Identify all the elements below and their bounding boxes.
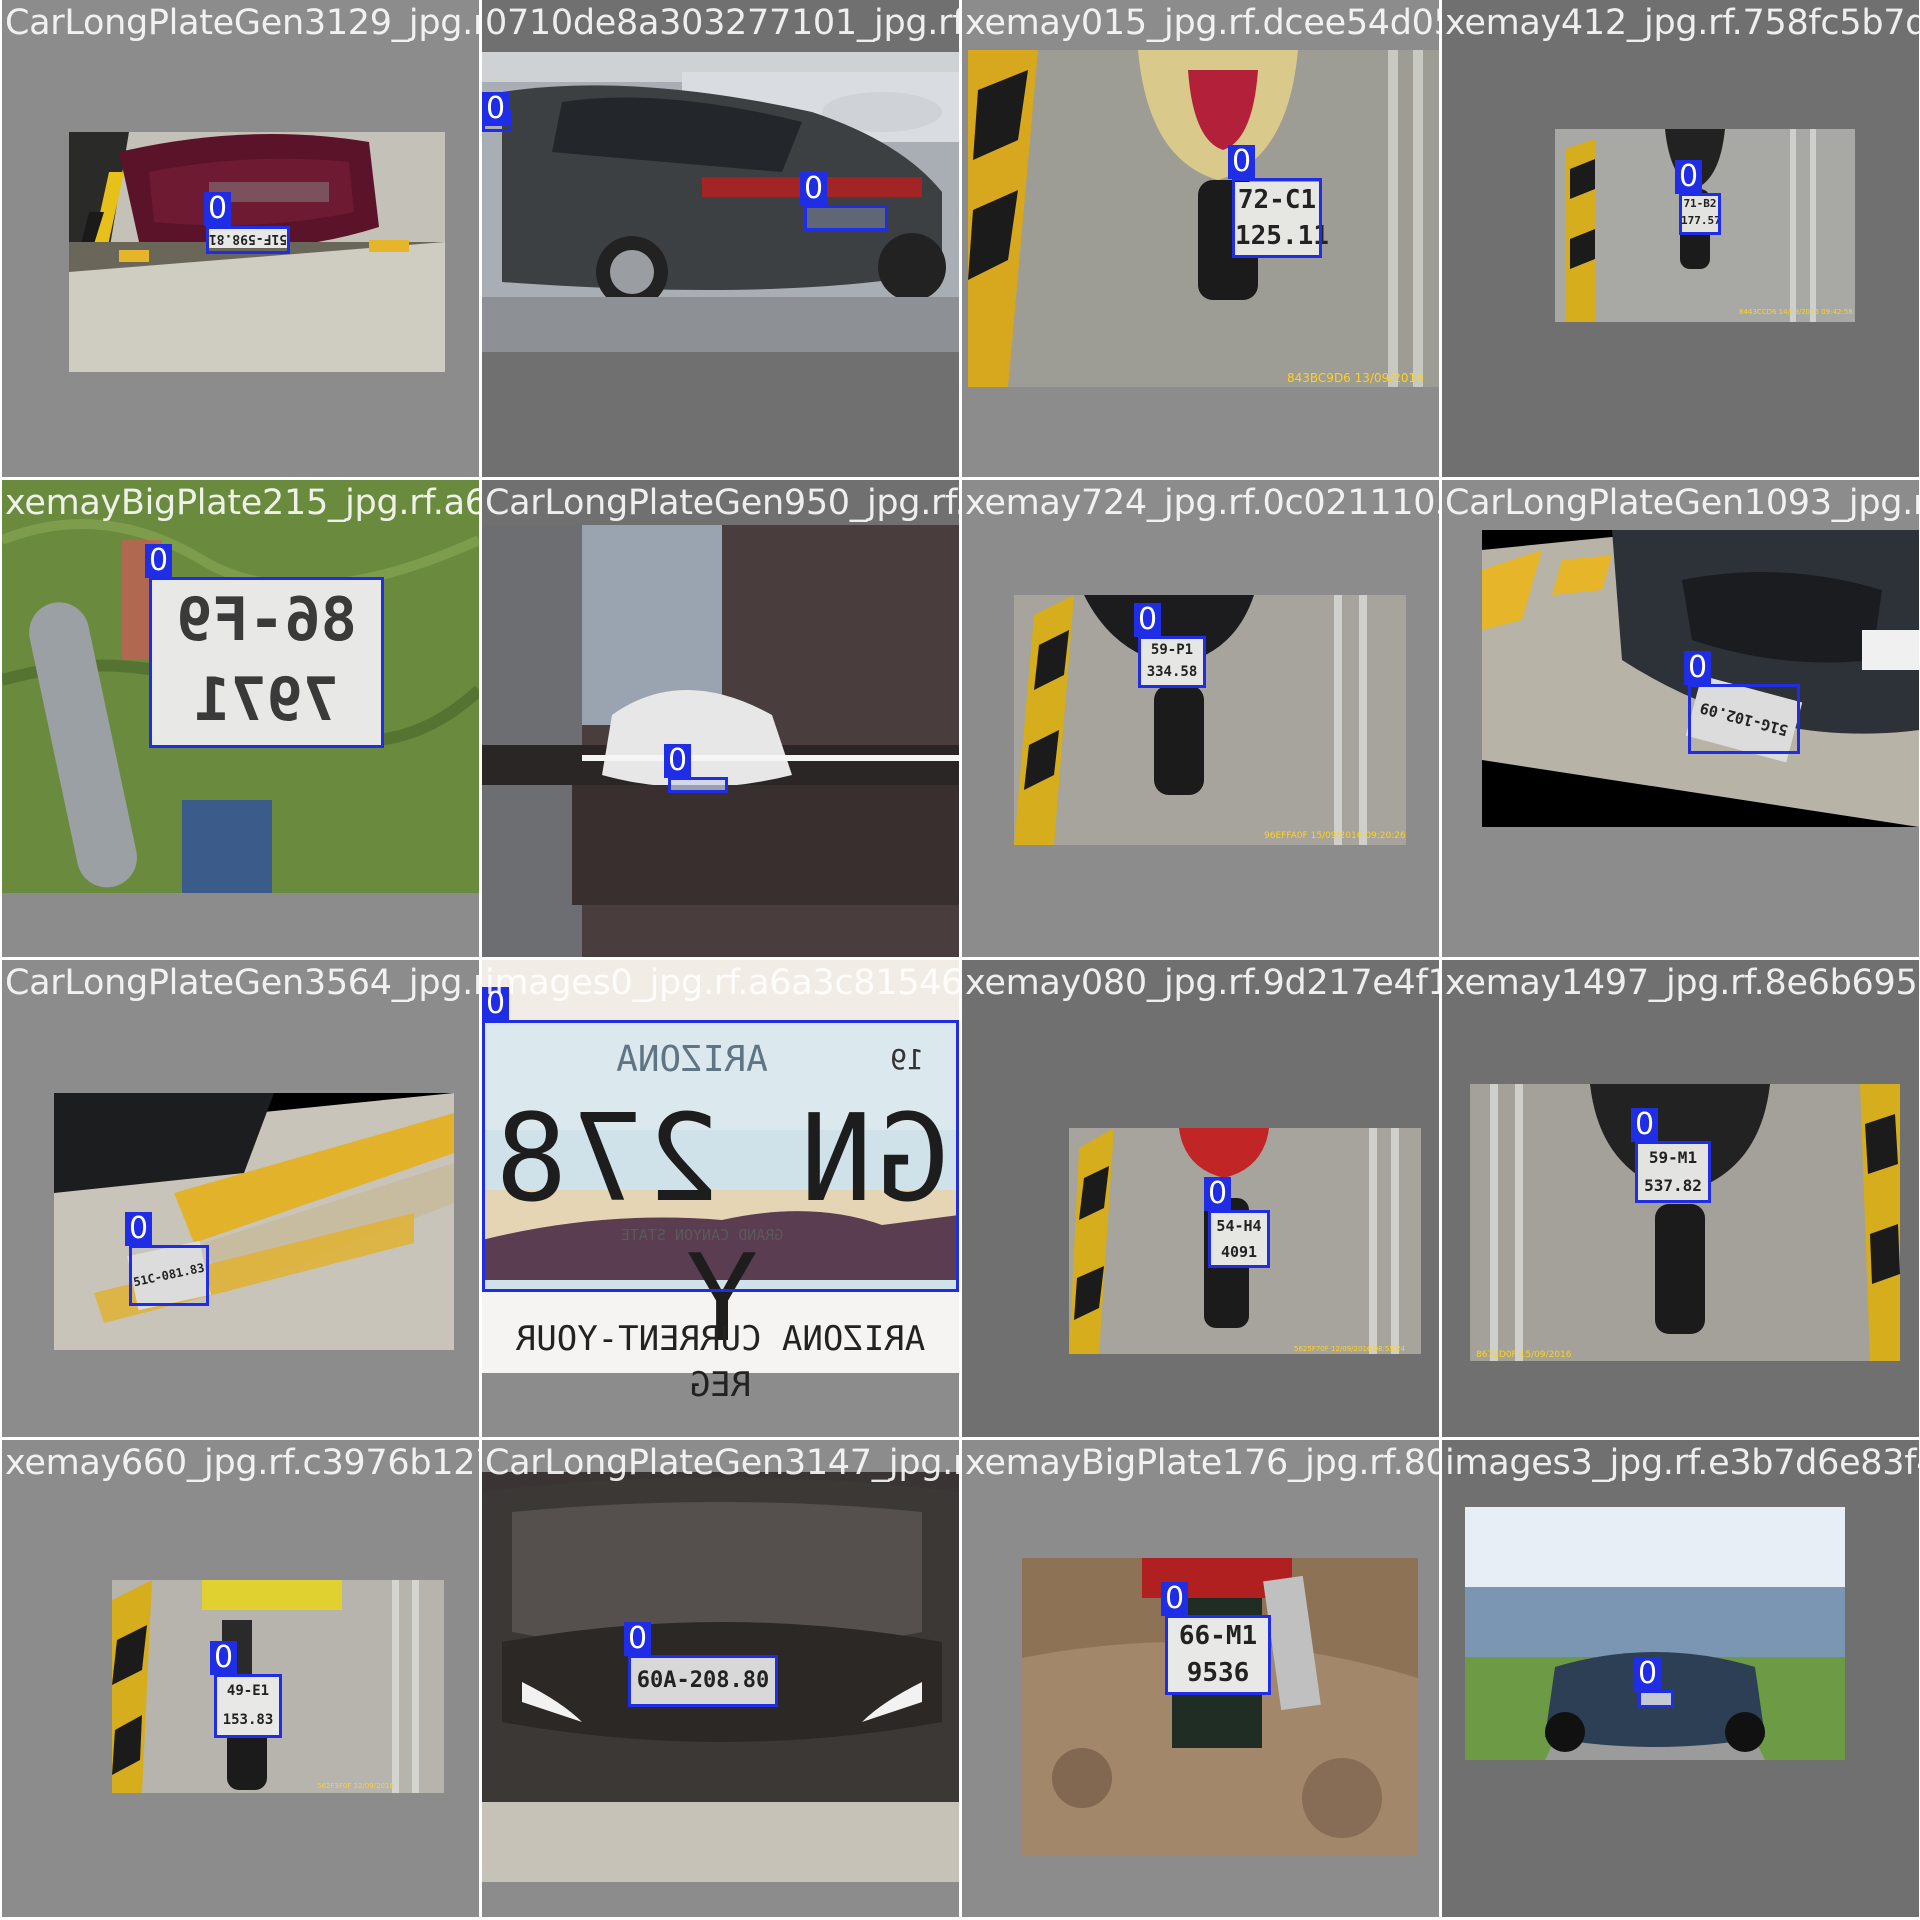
timestamp: 5625F70F 12/09/2016 08:55:24 (1294, 1345, 1406, 1353)
detection-box (804, 205, 888, 231)
class-label: 0 (210, 1641, 238, 1675)
tile-1: 0 0 0710de8a303277101_jpg.rf.33540db5256… (482, 0, 959, 477)
photo-motorbike-garage (968, 50, 1439, 387)
detection-box (1679, 193, 1721, 235)
detection-box (1165, 1615, 1271, 1695)
class-label: 0 (1204, 1177, 1232, 1211)
detection-box (1232, 178, 1322, 258)
tile-15: 0 images3_jpg.rf.e3b7d6e83f4db1 (1442, 1440, 1919, 1917)
class-label: 0 (1134, 603, 1162, 637)
tile-caption: xemayBigPlate176_jpg.rf.802f5f4223ad3e77… (965, 1443, 1439, 1483)
detection-box (1638, 1690, 1674, 1708)
timestamp: 8672D0F 15/09/2016 (1476, 1350, 1572, 1360)
tile-8: 51C-081.83 0 CarLongPlateGen3564_jpg.rf.… (2, 960, 479, 1437)
tile-caption: CarLongPlateGen950_jpg.rf.83ea7e4b38b7f0… (485, 483, 959, 523)
tile-caption: xemay1497_jpg.rf.8e6b6956 (1445, 963, 1919, 1003)
photo-audi-gray (482, 52, 959, 352)
tile-caption: xemay724_jpg.rf.0c021110500 (965, 483, 1439, 523)
detection-box (1635, 1141, 1711, 1203)
timestamp: 8443CCD6 14/09/2016 09:42:58 (1739, 308, 1853, 316)
class-label: 0 (1161, 1582, 1189, 1616)
image-grid: 51F-598.81 0 CarLongPlateGen3129_jpg.rf.… (0, 0, 1920, 1920)
class-label: 0 (1631, 1108, 1659, 1142)
tile-0: 51F-598.81 0 CarLongPlateGen3129_jpg.rf.… (2, 0, 479, 477)
tile-caption: xemay412_jpg.rf.758fc5b7ddb0a6 (1445, 3, 1919, 43)
tile-5: 0 CarLongPlateGen950_jpg.rf.83ea7e4b38b7… (482, 480, 959, 957)
tile-9: ARIZONA 19 GN 278 Y GRAND CANYON STATE A… (482, 960, 959, 1437)
photo-motorbike-garage-4 (1470, 1084, 1900, 1361)
tile-caption: xemay015_jpg.rf.dcee54d05b3 (965, 3, 1439, 43)
detection-box (1138, 636, 1206, 688)
tile-13: 60A-208.80 0 CarLongPlateGen3147_jpg.rf.… (482, 1440, 959, 1917)
timestamp: 96EFFA0F 15/09/2016 09:20:26 (1264, 831, 1406, 841)
tile-caption: images0_jpg.rf.a6a3c81546449806e1f9d217e… (485, 963, 959, 1003)
detection-box (628, 1655, 778, 1707)
timestamp: 843BC9D6 13/09/2016 (1287, 371, 1424, 385)
tile-4: 86-F9 7971 0 xemayBigPlate215_jpg.rf.a62… (2, 480, 479, 957)
plate-footer: ARIZONA CURRENT-YOUR REG (515, 1319, 926, 1405)
tile-caption: CarLongPlateGen3147_jpg.rf.4fd4578209f71… (485, 1443, 959, 1483)
class-label: 0 (1675, 160, 1703, 194)
photo-car-barrier (54, 1093, 454, 1350)
class-label: 0 (125, 1212, 153, 1246)
tile-caption: CarLongPlateGen3129_jpg.rf.0716df93a3332… (5, 3, 479, 43)
class-label: 0 (624, 1622, 652, 1656)
detection-box (1208, 1210, 1270, 1268)
photo-audi-r8-lake (1465, 1507, 1845, 1760)
tile-7: 51G-102.09 0 CarLongPlateGen1093_jpg.rf.… (1442, 480, 1919, 957)
photo-white-car-gate (482, 525, 959, 957)
class-label: 0 (145, 544, 173, 578)
tile-11: 59-M1 537.82 0 8672D0F 15/09/2016 xemay1… (1442, 960, 1919, 1437)
detection-box (206, 226, 290, 254)
detection-box (1688, 684, 1800, 754)
detection-box (149, 577, 384, 748)
tile-12: 49-E1 153.83 0 562F3F0F 12/09/2016 xemay… (2, 1440, 479, 1917)
tile-caption: CarLongPlateGen1093_jpg.rf.a2a5626a3339_… (1445, 483, 1919, 523)
detection-box (129, 1245, 209, 1306)
class-label-small: 0 (482, 92, 510, 126)
tile-3: 71-B2 177.57 0 8443CCD6 14/09/2016 09:42… (1442, 0, 1919, 477)
tile-6: 59-P1 334.58 0 96EFFA0F 15/09/2016 09:20… (962, 480, 1439, 957)
timestamp: 562F3F0F 12/09/2016 (317, 1782, 394, 1790)
tile-caption: xemay080_jpg.rf.9d217e4f1d369e39a0497ced… (965, 963, 1439, 1003)
tile-caption: xemay660_jpg.rf.c3976b127951b0209f6e3774 (5, 1443, 479, 1483)
tile-14: 66-M1 9536 0 xemayBigPlate176_jpg.rf.802… (962, 1440, 1439, 1917)
tile-caption: 0710de8a303277101_jpg.rf.33540db5256a9c1… (485, 3, 959, 43)
photo-motorbike-garage-2 (1014, 595, 1406, 845)
detection-box (668, 777, 728, 793)
detection-box (482, 1020, 959, 1292)
tile-caption: xemayBigPlate215_jpg.rf.a62f8f5359b0e9f (5, 483, 479, 523)
class-label: 0 (664, 744, 692, 778)
class-label: 0 (1684, 651, 1712, 685)
class-label: 0 (800, 172, 828, 206)
tile-caption: images3_jpg.rf.e3b7d6e83f4db1 (1445, 1443, 1919, 1483)
photo-bigplate-dirt (1022, 1558, 1418, 1855)
detection-box (214, 1674, 282, 1738)
class-label: 0 (1634, 1657, 1662, 1691)
class-label: 0 (1228, 145, 1256, 179)
class-label: 0 (204, 192, 232, 226)
tile-caption: CarLongPlateGen3564_jpg.rf.ea6c899996701… (5, 963, 479, 1003)
tile-2: 72-C1 125.11 0 843BC9D6 13/09/2016 xemay… (962, 0, 1439, 477)
tile-10: 54-H4 4091 0 5625F70F 12/09/2016 08:55:2… (962, 960, 1439, 1437)
